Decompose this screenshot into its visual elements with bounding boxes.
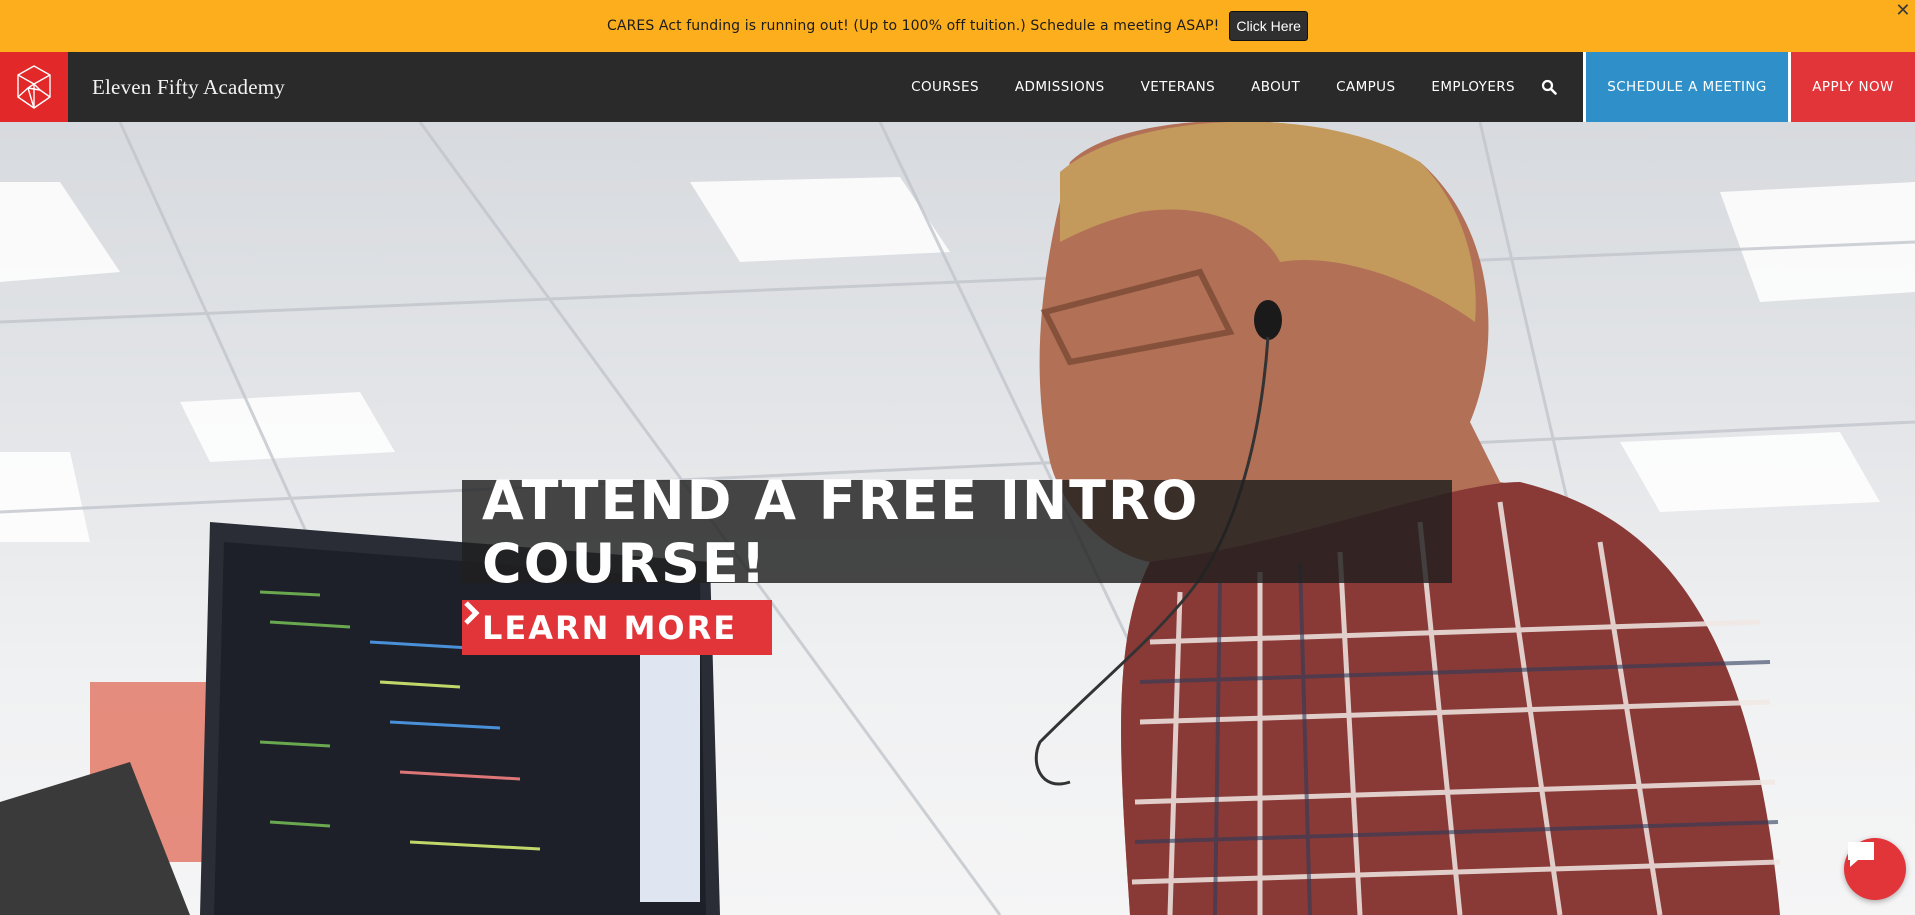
chat-widget-button[interactable] xyxy=(1844,838,1906,900)
geometric-cube-logo-icon xyxy=(17,65,51,109)
chat-bubble-icon xyxy=(1848,842,1874,867)
nav-item-employers[interactable]: EMPLOYERS xyxy=(1431,79,1515,95)
logo[interactable] xyxy=(0,52,68,122)
search-icon[interactable] xyxy=(1541,79,1557,95)
learn-more-label: LEARN MORE xyxy=(482,608,738,647)
promo-click-here-button[interactable]: Click Here xyxy=(1229,11,1308,41)
close-icon[interactable]: ✕ xyxy=(1895,1,1911,19)
hero-headline-box: ATTEND A FREE INTRO COURSE! xyxy=(462,469,1452,595)
hero-section: ATTEND A FREE INTRO COURSE! LEARN MORE xyxy=(0,122,1915,915)
nav-item-about[interactable]: ABOUT xyxy=(1251,79,1300,95)
apply-now-button[interactable]: APPLY NOW xyxy=(1788,52,1915,122)
nav-item-courses[interactable]: COURSES xyxy=(911,79,979,95)
main-navbar: Eleven Fifty Academy COURSES ADMISSIONS … xyxy=(0,52,1915,122)
nav-item-admissions[interactable]: ADMISSIONS xyxy=(1015,79,1105,95)
promo-text: CARES Act funding is running out! (Up to… xyxy=(607,18,1220,34)
promo-banner: CARES Act funding is running out! (Up to… xyxy=(0,0,1915,52)
schedule-meeting-button[interactable]: SCHEDULE A MEETING xyxy=(1583,52,1788,122)
hero-headline: ATTEND A FREE INTRO COURSE! xyxy=(482,468,1200,595)
learn-more-button[interactable]: LEARN MORE xyxy=(462,600,772,655)
nav-item-veterans[interactable]: VETERANS xyxy=(1141,79,1215,95)
nav-item-campus[interactable]: CAMPUS xyxy=(1336,79,1395,95)
brand-name[interactable]: Eleven Fifty Academy xyxy=(92,52,285,122)
nav-links: COURSES ADMISSIONS VETERANS ABOUT CAMPUS… xyxy=(893,52,1915,122)
